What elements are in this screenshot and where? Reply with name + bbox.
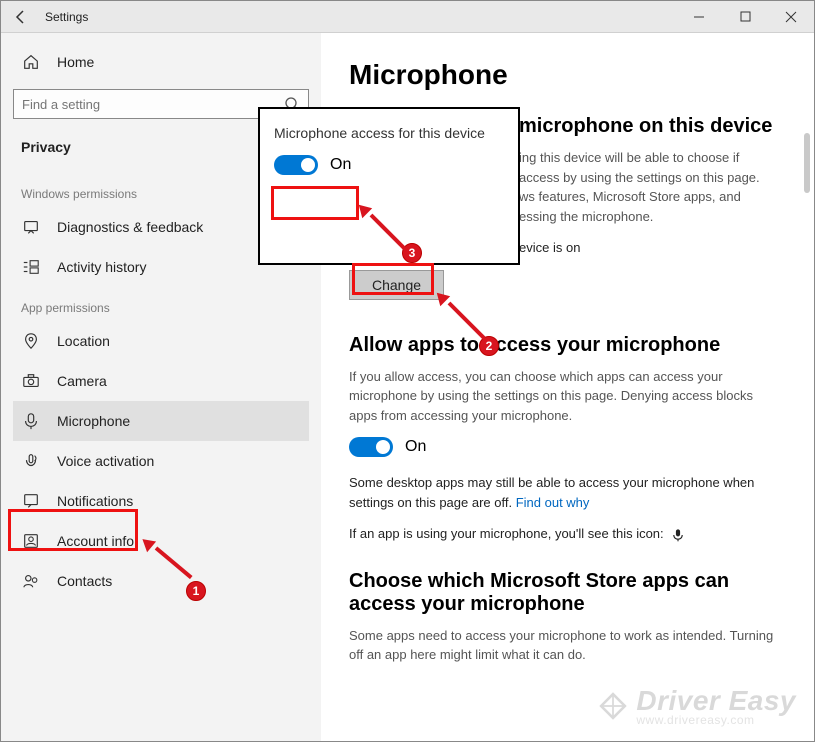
popup-title: Microphone access for this device bbox=[274, 125, 504, 141]
location-icon bbox=[21, 332, 41, 350]
mic-indicator-icon bbox=[671, 528, 685, 542]
back-button[interactable] bbox=[1, 1, 41, 33]
store-desc: Some apps need to access your microphone… bbox=[349, 626, 779, 665]
desktop-note: Some desktop apps may still be able to a… bbox=[349, 473, 779, 512]
nav-label: Activity history bbox=[57, 259, 146, 275]
scrollbar[interactable] bbox=[804, 133, 810, 193]
nav-label: Voice activation bbox=[57, 453, 154, 469]
search-input[interactable] bbox=[22, 97, 284, 112]
nav-label: Location bbox=[57, 333, 110, 349]
nav-label: Diagnostics & feedback bbox=[57, 219, 203, 235]
close-button[interactable] bbox=[768, 1, 814, 33]
toggle-label: On bbox=[405, 438, 426, 456]
device-status: evice is on bbox=[519, 238, 786, 258]
voice-icon bbox=[21, 452, 41, 470]
settings-window: Settings Home Privacy bbox=[0, 0, 815, 742]
nav-contacts[interactable]: Contacts bbox=[13, 561, 309, 601]
home-nav[interactable]: Home bbox=[13, 43, 309, 81]
apps-desc: If you allow access, you can choose whic… bbox=[349, 367, 779, 426]
maximize-button[interactable] bbox=[722, 1, 768, 33]
nav-microphone[interactable]: Microphone bbox=[13, 401, 309, 441]
section-allow-apps: Allow apps to access your microphone bbox=[349, 334, 786, 357]
nav-label: Account info bbox=[57, 533, 134, 549]
nav-label: Microphone bbox=[57, 413, 130, 429]
mic-access-popup: Microphone access for this device On bbox=[258, 107, 520, 265]
home-label: Home bbox=[57, 54, 94, 70]
apps-toggle[interactable] bbox=[349, 437, 393, 457]
find-out-why-link[interactable]: Find out why bbox=[516, 495, 590, 510]
usage-icon-note: If an app is using your microphone, you'… bbox=[349, 524, 779, 544]
change-button[interactable]: Change bbox=[349, 270, 444, 300]
section-allow-device: microphone on this device bbox=[519, 115, 786, 138]
device-desc: ing this device will be able to choose i… bbox=[519, 148, 786, 226]
history-icon bbox=[21, 258, 41, 276]
popup-toggle-label: On bbox=[330, 156, 351, 174]
nav-notifications[interactable]: Notifications bbox=[13, 481, 309, 521]
microphone-icon bbox=[21, 412, 41, 430]
nav-label: Contacts bbox=[57, 573, 112, 589]
nav-label: Notifications bbox=[57, 493, 133, 509]
nav-label: Camera bbox=[57, 373, 107, 389]
nav-camera[interactable]: Camera bbox=[13, 361, 309, 401]
section-store-apps: Choose which Microsoft Store apps can ac… bbox=[349, 570, 786, 616]
minimize-button[interactable] bbox=[676, 1, 722, 33]
nav-account-info[interactable]: Account info bbox=[13, 521, 309, 561]
home-icon bbox=[21, 53, 41, 71]
window-title: Settings bbox=[45, 10, 88, 24]
page-title: Microphone bbox=[349, 59, 786, 91]
group-app-permissions: App permissions bbox=[13, 287, 309, 321]
account-icon bbox=[21, 532, 41, 550]
device-access-toggle[interactable] bbox=[274, 155, 318, 175]
nav-location[interactable]: Location bbox=[13, 321, 309, 361]
notifications-icon bbox=[21, 492, 41, 510]
nav-voice-activation[interactable]: Voice activation bbox=[13, 441, 309, 481]
feedback-icon bbox=[21, 218, 41, 236]
titlebar: Settings bbox=[1, 1, 814, 33]
camera-icon bbox=[21, 372, 41, 390]
contacts-icon bbox=[21, 572, 41, 590]
